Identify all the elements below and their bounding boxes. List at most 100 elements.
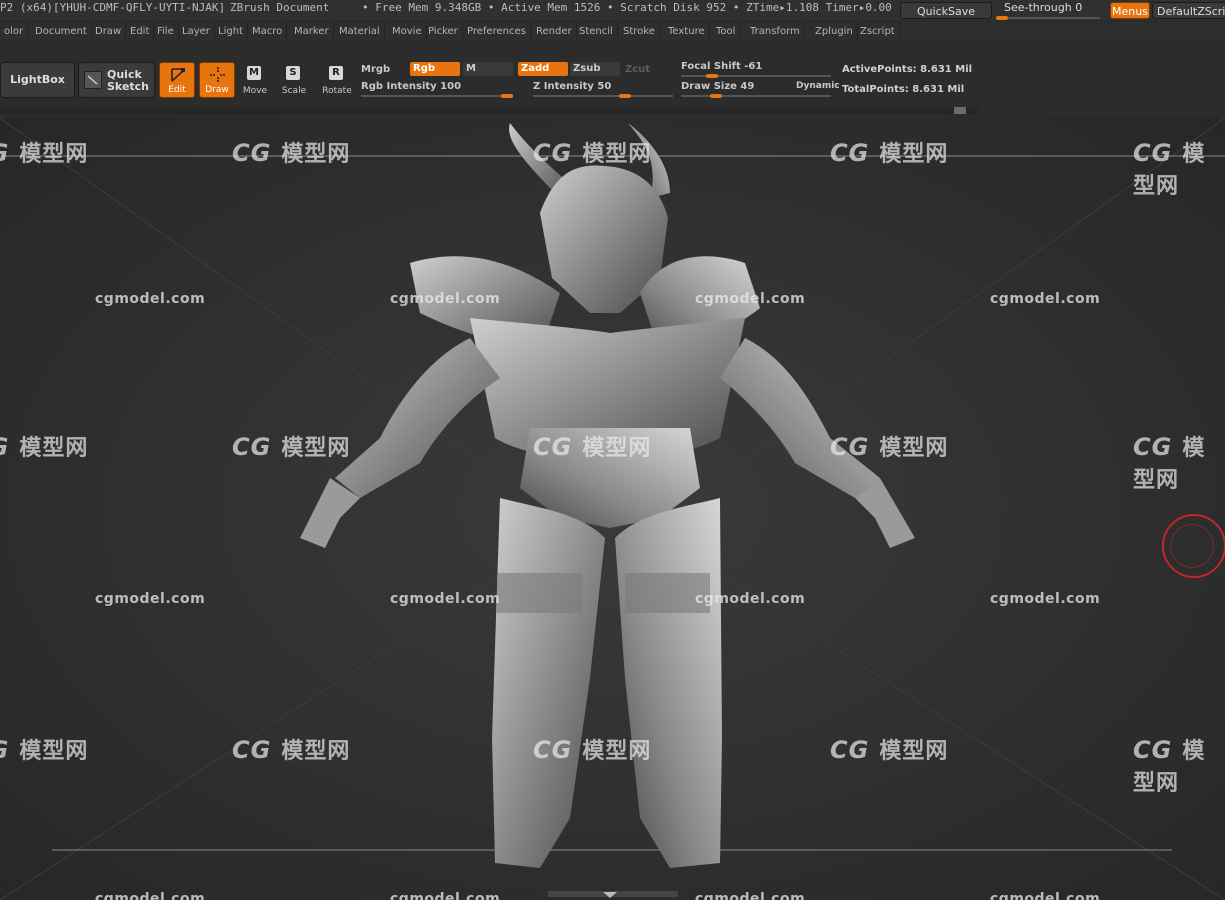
watermark-text: cgmodel.com	[695, 291, 806, 307]
watermark-logo: CG模型网	[1133, 433, 1206, 493]
menu-edit[interactable]: Edit	[126, 22, 155, 42]
menu-tool[interactable]: Tool	[712, 22, 741, 42]
menu-light[interactable]: Light	[214, 22, 248, 42]
document-canvas[interactable]: CG模型网 CG模型网 CG模型网 CG模型网 CG模型网 cgmodel.co…	[0, 118, 1225, 900]
menu-macro[interactable]: Macro	[248, 22, 288, 42]
move-icon: M	[247, 66, 261, 80]
menu-stencil[interactable]: Stencil	[575, 22, 618, 42]
watermark-text: cgmodel.com	[695, 891, 806, 900]
zadd-toggle[interactable]: Zadd	[518, 62, 568, 76]
see-through-slider[interactable]	[996, 17, 1100, 19]
watermark-text: cgmodel.com	[990, 291, 1101, 307]
watermark-logo: CG模型网	[1133, 139, 1206, 199]
watermark-logo: CG模型网	[830, 139, 949, 167]
rotate-icon: R	[329, 66, 343, 80]
edit-button[interactable]: Edit	[159, 62, 195, 98]
quicksave-button[interactable]: QuickSave	[900, 2, 992, 19]
default-zscript-button[interactable]: DefaultZScript	[1152, 2, 1225, 19]
menu-file[interactable]: File	[153, 22, 179, 42]
rgb-intensity-knob[interactable]	[501, 94, 513, 98]
focal-shift-knob[interactable]	[706, 74, 718, 78]
move-label: Move	[242, 86, 268, 96]
watermark-logo: CG模型网	[533, 433, 652, 461]
app-id: P2 (x64)[YHUH-CDMF-QFLY-UYTI-NJAK]	[0, 1, 226, 14]
menu-picker[interactable]: Picker	[424, 22, 463, 42]
sculpt-model[interactable]	[0, 118, 1225, 900]
watermark-text: cgmodel.com	[695, 591, 806, 607]
zsub-toggle[interactable]: Zsub	[570, 62, 620, 76]
scale-icon: S	[286, 66, 300, 80]
quick-sketch-label-line2: Sketch	[107, 80, 150, 93]
lightbox-button[interactable]: LightBox	[0, 62, 75, 98]
draw-button[interactable]: Draw	[199, 62, 235, 98]
menu-zplugin[interactable]: Zplugin	[811, 22, 858, 42]
menu-color[interactable]: olor	[0, 22, 29, 42]
menu-preferences[interactable]: Preferences	[463, 22, 531, 42]
rgb-toggle[interactable]: Rgb	[410, 62, 460, 76]
shelf-scrollbar[interactable]	[0, 108, 978, 114]
navigation-ring-inner[interactable]	[1170, 524, 1214, 568]
watermark-logo: CG模型网	[232, 433, 351, 461]
z-intensity-knob[interactable]	[619, 94, 631, 98]
watermark-text: cgmodel.com	[990, 891, 1101, 900]
rotate-button[interactable]: R Rotate	[319, 62, 355, 98]
draw-size-slider[interactable]	[681, 95, 831, 97]
watermark-logo: CG模型网	[0, 139, 89, 167]
watermark-text: cgmodel.com	[390, 891, 501, 900]
scale-button[interactable]: S Scale	[276, 62, 312, 98]
watermark-logo: CG模型网	[830, 433, 949, 461]
menu-render[interactable]: Render	[532, 22, 577, 42]
see-through-label: See-through 0	[1004, 1, 1083, 14]
watermark-text: cgmodel.com	[990, 591, 1101, 607]
menu-material[interactable]: Material	[335, 22, 385, 42]
menu-zscript[interactable]: Zscript	[856, 22, 900, 42]
watermark-logo: CG模型网	[1133, 736, 1206, 796]
watermark-logo: CG模型网	[0, 736, 89, 764]
memory-status: • Free Mem 9.348GB • Active Mem 1526 • S…	[362, 1, 892, 14]
menu-document[interactable]: Document	[31, 22, 92, 42]
menu-stroke[interactable]: Stroke	[619, 22, 660, 42]
menu-transform[interactable]: Transform	[746, 22, 805, 42]
watermark-text: cgmodel.com	[390, 591, 501, 607]
watermark-logo: CG模型网	[0, 433, 89, 461]
z-intensity-label: Z Intensity 50	[533, 81, 612, 92]
title-bar: P2 (x64)[YHUH-CDMF-QFLY-UYTI-NJAK] ZBrus…	[0, 0, 1225, 20]
scale-label: Scale	[281, 86, 307, 96]
see-through-slider-knob[interactable]	[996, 16, 1008, 20]
document-name: ZBrush Document	[230, 1, 330, 14]
menus-button[interactable]: Menus	[1110, 2, 1150, 19]
rgb-intensity-slider[interactable]	[361, 95, 513, 97]
menu-draw[interactable]: Draw	[91, 22, 127, 42]
menu-layer[interactable]: Layer	[178, 22, 215, 42]
rotate-label: Rotate	[322, 86, 352, 96]
draw-label: Draw	[205, 85, 229, 95]
quick-sketch-button[interactable]: Quick Sketch	[78, 62, 155, 98]
menu-bar: olor Document Draw Edit File Layer Light…	[0, 22, 1225, 42]
m-toggle[interactable]: M	[463, 62, 513, 76]
move-button[interactable]: M Move	[237, 62, 273, 98]
dynamic-toggle[interactable]: Dynamic	[796, 81, 840, 91]
watermark-logo: CG模型网	[533, 736, 652, 764]
edit-label: Edit	[168, 85, 186, 95]
mrgb-toggle[interactable]: Mrgb	[361, 64, 390, 75]
watermark-logo: CG模型网	[232, 736, 351, 764]
watermark-text: cgmodel.com	[95, 591, 206, 607]
watermark-text: cgmodel.com	[95, 291, 206, 307]
zcut-toggle[interactable]: Zcut	[625, 64, 650, 75]
bottom-tray-handle[interactable]	[548, 888, 678, 900]
z-intensity-slider[interactable]	[533, 95, 673, 97]
menu-movie[interactable]: Movie	[388, 22, 427, 42]
focal-shift-slider[interactable]	[681, 75, 831, 77]
shelf-scrollbar-thumb[interactable]	[954, 107, 966, 114]
draw-size-label: Draw Size 49	[681, 81, 755, 92]
menu-texture[interactable]: Texture	[664, 22, 710, 42]
total-points: TotalPoints: 8.631 Mil	[842, 84, 965, 95]
watermark-text: cgmodel.com	[390, 291, 501, 307]
draw-size-knob[interactable]	[710, 94, 722, 98]
quick-sketch-icon	[84, 71, 102, 89]
watermark-logo: CG模型网	[533, 139, 652, 167]
focal-shift-label: Focal Shift -61	[681, 61, 763, 72]
edit-icon	[171, 68, 185, 82]
menu-marker[interactable]: Marker	[290, 22, 334, 42]
draw-icon	[210, 67, 226, 83]
